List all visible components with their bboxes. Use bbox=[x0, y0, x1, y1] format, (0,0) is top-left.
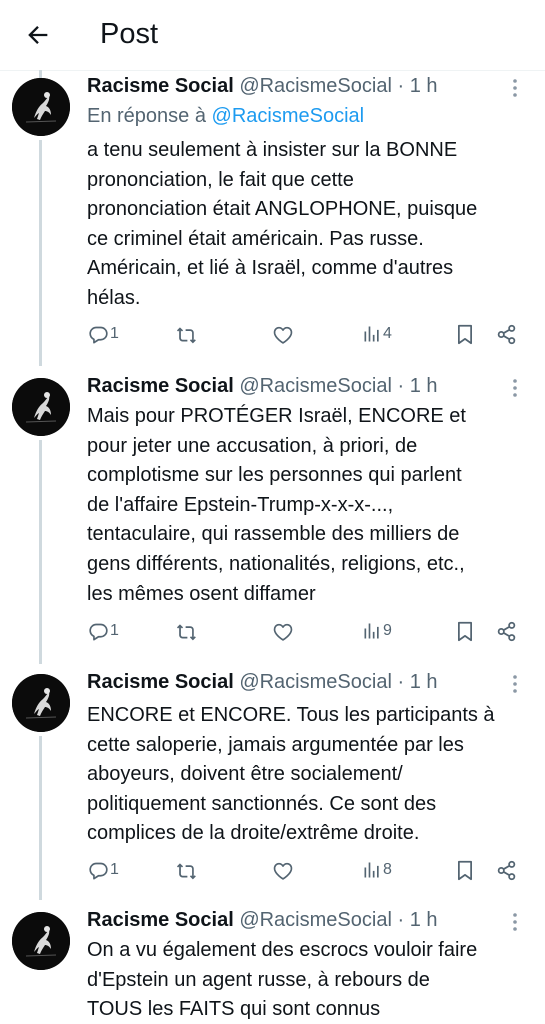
reply-button[interactable]: 1 bbox=[88, 616, 119, 646]
reply-mention-link[interactable]: @RacismeSocial bbox=[212, 105, 365, 127]
like-button[interactable] bbox=[272, 319, 294, 349]
tweet-text: a tenu seulement à insister sur la BONNE… bbox=[87, 139, 478, 309]
reply-count: 1 bbox=[110, 861, 119, 878]
more-vertical-icon[interactable] bbox=[506, 671, 524, 697]
heart-icon bbox=[273, 326, 293, 344]
heart-icon bbox=[273, 623, 293, 641]
user-handle[interactable]: @RacismeSocial bbox=[239, 671, 392, 693]
avatar[interactable] bbox=[12, 78, 70, 136]
share-icon bbox=[497, 860, 516, 880]
tweet-header: Racisme Social @RacismeSocial · 1 h bbox=[87, 907, 438, 933]
tweet-header: Racisme Social @RacismeSocial · 1 h bbox=[87, 669, 438, 695]
heart-icon bbox=[273, 862, 293, 880]
display-name[interactable]: Racisme Social bbox=[87, 909, 234, 931]
back-button[interactable] bbox=[18, 15, 58, 55]
views-button[interactable]: 4 bbox=[362, 319, 392, 349]
like-button[interactable] bbox=[272, 616, 294, 646]
timestamp[interactable]: 1 h bbox=[410, 671, 438, 693]
tweet-text: Mais pour PROTÉGER Israël, ENCORE et pou… bbox=[87, 405, 466, 605]
views-count: 8 bbox=[383, 861, 392, 878]
separator-dot: · bbox=[397, 75, 405, 97]
avatar[interactable] bbox=[12, 674, 70, 732]
reply-button[interactable]: 1 bbox=[88, 855, 119, 885]
views-icon bbox=[364, 623, 379, 639]
separator-dot: · bbox=[397, 375, 405, 397]
timestamp[interactable]: 1 h bbox=[410, 75, 438, 97]
reply-button[interactable]: 1 bbox=[88, 319, 119, 349]
share-button[interactable] bbox=[496, 616, 517, 646]
top-bar: Post bbox=[0, 0, 545, 71]
bookmark-button[interactable] bbox=[456, 855, 474, 885]
bookmark-icon bbox=[458, 860, 472, 880]
share-icon bbox=[497, 324, 516, 344]
retweet-icon bbox=[176, 623, 196, 640]
retweet-button[interactable] bbox=[175, 616, 198, 646]
views-button[interactable]: 8 bbox=[362, 855, 392, 885]
user-handle[interactable]: @RacismeSocial bbox=[239, 909, 392, 931]
reply-count: 1 bbox=[110, 622, 119, 639]
tweet-header: Racisme Social @RacismeSocial · 1 h bbox=[87, 73, 438, 99]
page-title: Post bbox=[100, 18, 159, 50]
bookmark-button[interactable] bbox=[456, 319, 474, 349]
reply-icon bbox=[89, 862, 108, 879]
tweet-header: Racisme Social @RacismeSocial · 1 h bbox=[87, 373, 438, 399]
timestamp[interactable]: 1 h bbox=[410, 909, 438, 931]
share-button[interactable] bbox=[496, 319, 517, 349]
tweet[interactable]: Racisme Social @RacismeSocial · 1 h En r… bbox=[0, 70, 545, 370]
bookmark-icon bbox=[458, 621, 472, 641]
user-handle[interactable]: @RacismeSocial bbox=[239, 375, 392, 397]
bookmark-button[interactable] bbox=[456, 616, 474, 646]
share-button[interactable] bbox=[496, 855, 517, 885]
views-button[interactable]: 9 bbox=[362, 616, 392, 646]
action-bar: 1 4 bbox=[0, 319, 545, 349]
share-icon bbox=[497, 621, 516, 641]
separator-dot: · bbox=[397, 671, 405, 693]
views-icon bbox=[364, 862, 379, 878]
like-button[interactable] bbox=[272, 855, 294, 885]
reply-icon bbox=[89, 623, 108, 640]
retweet-button[interactable] bbox=[175, 855, 198, 885]
avatar[interactable] bbox=[12, 378, 70, 436]
avatar[interactable] bbox=[12, 912, 70, 970]
reply-count: 1 bbox=[110, 325, 119, 342]
separator-dot: · bbox=[397, 909, 405, 931]
retweet-icon bbox=[176, 326, 196, 343]
reply-prefix: En réponse à bbox=[87, 105, 212, 127]
reply-context: En réponse à @RacismeSocial bbox=[87, 103, 364, 129]
retweet-button[interactable] bbox=[175, 319, 198, 349]
tweet[interactable]: Racisme Social @RacismeSocial · 1 h ENCO… bbox=[0, 666, 545, 902]
display-name[interactable]: Racisme Social bbox=[87, 375, 234, 397]
views-icon bbox=[364, 326, 379, 342]
action-bar: 1 8 bbox=[0, 855, 545, 885]
display-name[interactable]: Racisme Social bbox=[87, 671, 234, 693]
action-bar: 1 9 bbox=[0, 616, 545, 646]
display-name[interactable]: Racisme Social bbox=[87, 75, 234, 97]
tweet[interactable]: Racisme Social @RacismeSocial · 1 h Mais… bbox=[0, 370, 545, 666]
timestamp[interactable]: 1 h bbox=[410, 375, 438, 397]
more-vertical-icon[interactable] bbox=[506, 909, 524, 935]
tweet-text: ENCORE et ENCORE. Tous les participants … bbox=[87, 704, 495, 845]
tweet-text: On a vu également des escrocs vouloir fa… bbox=[87, 939, 478, 1021]
retweet-icon bbox=[176, 862, 196, 879]
views-count: 4 bbox=[383, 325, 392, 342]
user-handle[interactable]: @RacismeSocial bbox=[239, 75, 392, 97]
bookmark-icon bbox=[458, 324, 472, 344]
arrow-left-icon bbox=[28, 26, 48, 44]
tweet[interactable]: Racisme Social @RacismeSocial · 1 h On a… bbox=[0, 904, 545, 1024]
reply-icon bbox=[89, 326, 108, 343]
more-vertical-icon[interactable] bbox=[506, 75, 524, 101]
more-vertical-icon[interactable] bbox=[506, 375, 524, 401]
views-count: 9 bbox=[383, 622, 392, 639]
